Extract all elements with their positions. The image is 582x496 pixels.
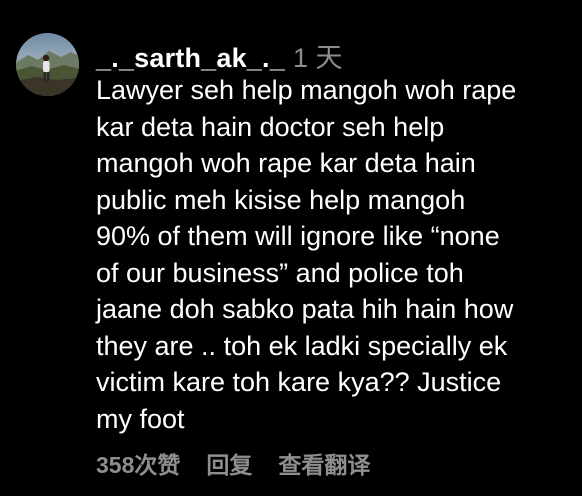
reply-button[interactable]: 回复	[206, 446, 252, 480]
comment-line: 90% of them will ignore like “none	[96, 221, 500, 251]
avatar[interactable]	[16, 33, 79, 96]
comment-body: Lawyer seh help mangoh woh rape kar deta…	[96, 72, 574, 437]
comment-line: mangoh woh rape kar deta hain	[96, 148, 476, 178]
avatar-photo	[16, 51, 79, 96]
likes-count-button[interactable]: 358次赞	[96, 446, 180, 480]
timestamp: 1 天	[292, 43, 343, 73]
comment-line: victim kare toh kare kya?? Justice	[96, 367, 502, 397]
comment-content: _._sarth_ak_._ 1 天 Lawyer seh help mango…	[96, 36, 574, 437]
comment-line: public meh kisise help mangoh	[96, 184, 466, 215]
comment-header: _._sarth_ak_._ 1 天	[96, 36, 574, 74]
comment-line: of our business” and police toh	[96, 257, 464, 288]
comment-line: jaane doh sabko pata hih hain how	[96, 294, 514, 324]
comment-line: my foot	[96, 403, 185, 434]
comment-line: they are .. toh ek ladki specially ek	[96, 330, 508, 361]
comment-line: kar deta hain doctor seh help	[96, 111, 445, 142]
username[interactable]: _._sarth_ak_._	[96, 43, 285, 74]
comment-actions: 358次赞 回复 查看翻译	[96, 448, 396, 478]
comment-line: Lawyer seh help mangoh woh rape	[96, 75, 517, 105]
see-translation-button[interactable]: 查看翻译	[278, 446, 370, 480]
comment: _._sarth_ak_._ 1 天 Lawyer seh help mango…	[0, 0, 582, 496]
